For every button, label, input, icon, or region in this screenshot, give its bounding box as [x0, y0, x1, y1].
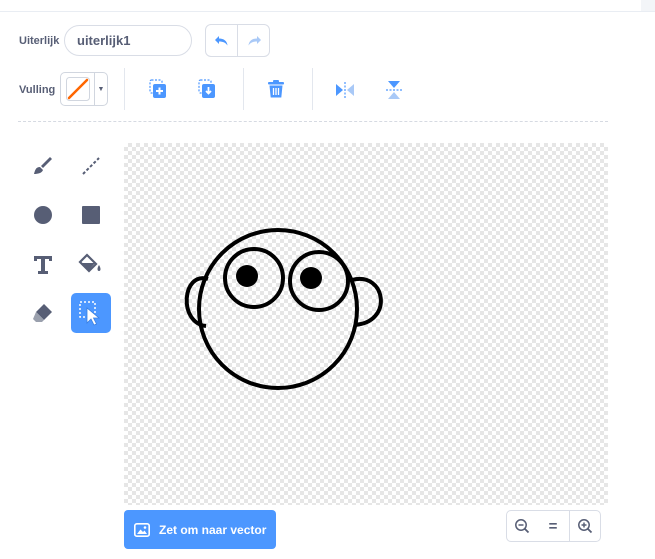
no-fill-icon [65, 77, 90, 101]
rectangle-tool[interactable] [71, 195, 111, 235]
fill-swatch[interactable] [61, 73, 95, 105]
convert-to-vector-button[interactable]: Zet om naar vector [124, 510, 276, 549]
paste-button[interactable] [194, 76, 220, 102]
zoom-in-button[interactable] [569, 510, 601, 542]
flip-vertical-button[interactable] [381, 77, 407, 103]
fill-tool[interactable] [71, 244, 111, 284]
copy-icon [149, 79, 166, 98]
zoom-reset-button[interactable]: = [537, 510, 569, 542]
zoom-out-icon [515, 519, 530, 534]
flip-horizontal-icon [336, 82, 354, 98]
toolbar-separator [243, 68, 244, 110]
text-icon [34, 256, 52, 274]
copy-button[interactable] [145, 76, 171, 102]
redo-icon [248, 35, 261, 45]
eraser-icon [33, 304, 52, 322]
redo-button[interactable] [238, 25, 269, 56]
top-divider [0, 11, 655, 12]
select-icon [79, 301, 101, 326]
toolbar-separator [124, 68, 125, 110]
costume-drawing [184, 228, 383, 390]
brush-tool[interactable] [23, 146, 63, 186]
paint-canvas[interactable] [124, 143, 608, 505]
image-icon [134, 522, 150, 537]
circle-tool[interactable] [23, 195, 63, 235]
paste-icon [198, 79, 215, 98]
fill-color-picker[interactable]: ▼ [60, 72, 108, 106]
flip-vertical-icon [386, 81, 402, 99]
right-pupil [300, 267, 322, 289]
toolbar-separator [312, 68, 313, 110]
costume-name-input[interactable] [64, 25, 192, 56]
text-tool[interactable] [23, 244, 63, 284]
undo-icon [214, 35, 227, 45]
eraser-tool[interactable] [23, 293, 63, 333]
convert-label: Zet om naar vector [159, 522, 267, 537]
delete-icon [268, 80, 284, 98]
fill-bucket-icon [78, 253, 101, 273]
select-tool[interactable] [71, 293, 111, 333]
left-pupil [236, 265, 258, 287]
line-tool[interactable] [71, 146, 111, 186]
fill-label: Vulling [19, 84, 56, 96]
toolbar-divider [18, 121, 608, 122]
fill-dropdown-caret[interactable]: ▼ [95, 73, 107, 105]
brush-icon [34, 157, 52, 174]
top-corner-strip [641, 0, 655, 11]
rectangle-icon [82, 206, 100, 224]
line-icon [82, 157, 100, 175]
zoom-out-button[interactable] [506, 510, 538, 542]
circle-icon [34, 206, 52, 224]
delete-button[interactable] [263, 76, 289, 102]
zoom-reset-label: = [548, 517, 558, 535]
zoom-in-icon [578, 519, 593, 534]
flip-horizontal-button[interactable] [332, 77, 358, 103]
costume-label: Uiterlijk [19, 35, 60, 47]
undo-redo-group [205, 24, 270, 57]
undo-button[interactable] [206, 25, 238, 56]
